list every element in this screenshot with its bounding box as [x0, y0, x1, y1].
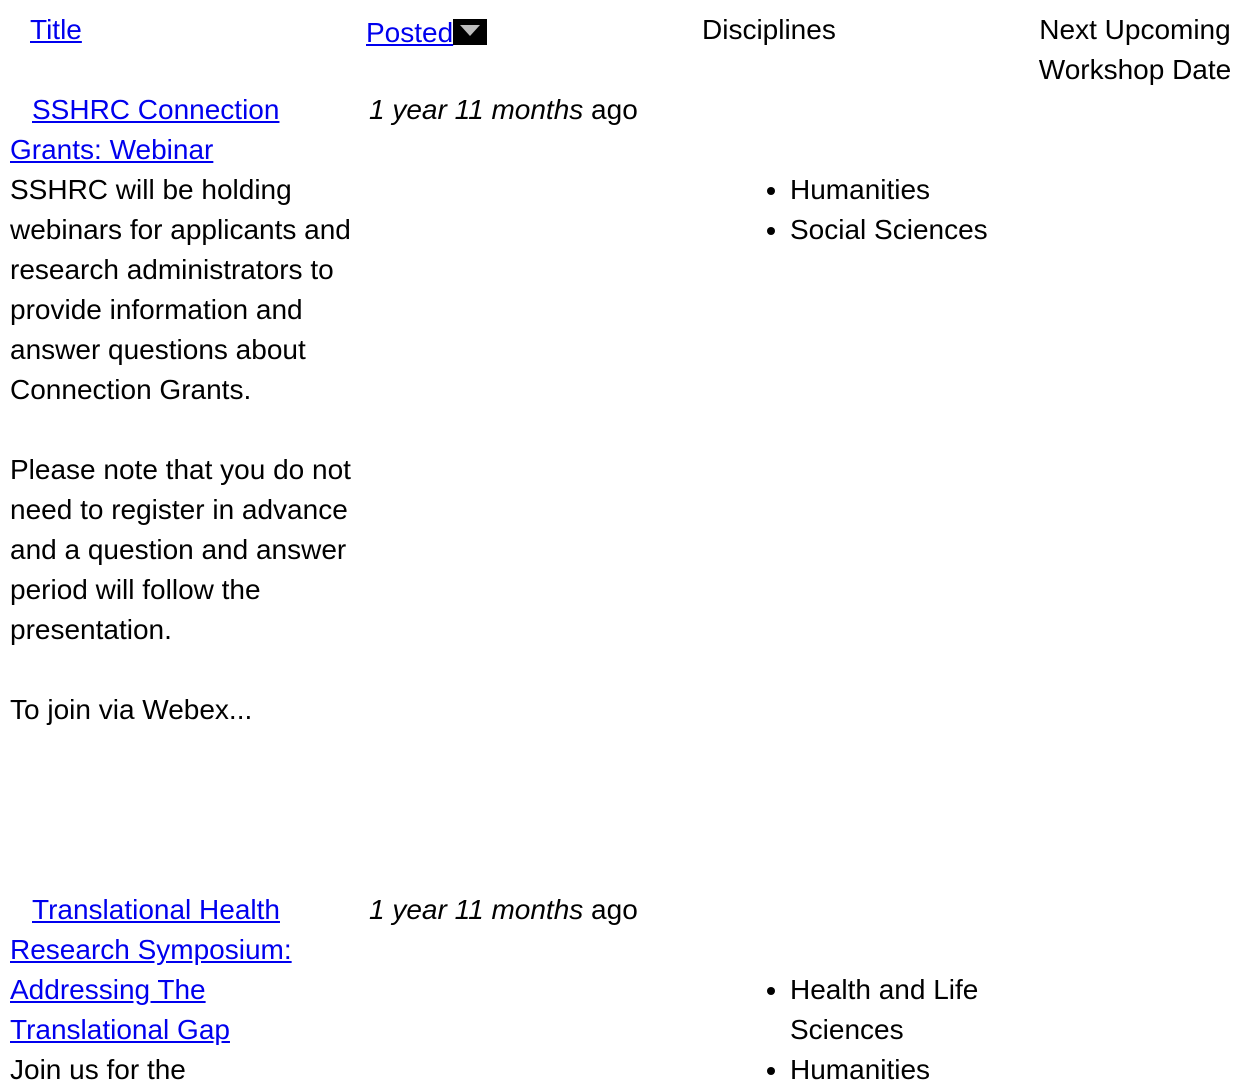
- event-title-link[interactable]: Translational Health Research Symposium: A…: [10, 894, 292, 1045]
- discipline-item: Health and Life Sciences: [790, 970, 1062, 1050]
- sort-descending-icon[interactable]: [453, 19, 488, 45]
- column-header-next-date: Next Upcoming Workshop Date: [1010, 10, 1257, 90]
- column-header-disciplines: Disciplines: [702, 14, 836, 45]
- discipline-item: Humanities: [790, 170, 1062, 210]
- posted-suffix: ago: [583, 94, 638, 125]
- sort-by-title-link[interactable]: Title: [30, 14, 82, 45]
- table-header: Title Posted Disciplines Next Upcoming W…: [0, 10, 1257, 90]
- teaser-paragraph: Please note that you do not need to regi…: [10, 454, 351, 645]
- event-teaser: SSHRC will be holding webinars for appli…: [10, 170, 355, 730]
- disciplines-cell: Health and Life Sciences Humanities: [762, 970, 1062, 1090]
- next-date-header-line2: Workshop Date: [1038, 54, 1232, 85]
- next-date-header-line1: Next Upcoming: [1039, 14, 1231, 45]
- title-cell: Translational Health Research Symposium: A…: [10, 890, 355, 1090]
- teaser-paragraph: SSHRC will be holding webinars for appli…: [10, 174, 351, 405]
- event-title-link[interactable]: SSHRC Connection Grants: Webinar: [10, 94, 279, 165]
- column-header-posted: Posted: [366, 13, 488, 53]
- column-header-title: Title: [30, 10, 82, 50]
- disciplines-cell: Humanities Social Sciences: [762, 170, 1062, 250]
- discipline-item: Social Sciences: [790, 210, 1062, 250]
- disciplines-list: Health and Life Sciences Humanities: [762, 970, 1062, 1090]
- posted-cell: 1 year 11 months ago: [369, 890, 638, 930]
- disciplines-list: Humanities Social Sciences: [762, 170, 1062, 250]
- event-teaser: Join us for the: [10, 1050, 355, 1090]
- posted-suffix: ago: [583, 894, 638, 925]
- title-cell: SSHRC Connection Grants: Webinar SSHRC wi…: [10, 90, 355, 730]
- teaser-paragraph: Join us for the: [10, 1054, 186, 1085]
- posted-age: 1 year 11 months: [369, 894, 584, 925]
- discipline-item: Humanities: [790, 1050, 1062, 1090]
- sort-by-posted-link[interactable]: Posted: [366, 17, 453, 48]
- teaser-paragraph: To join via Webex...: [10, 694, 253, 725]
- posted-cell: 1 year 11 months ago: [369, 90, 638, 130]
- posted-age: 1 year 11 months: [369, 94, 584, 125]
